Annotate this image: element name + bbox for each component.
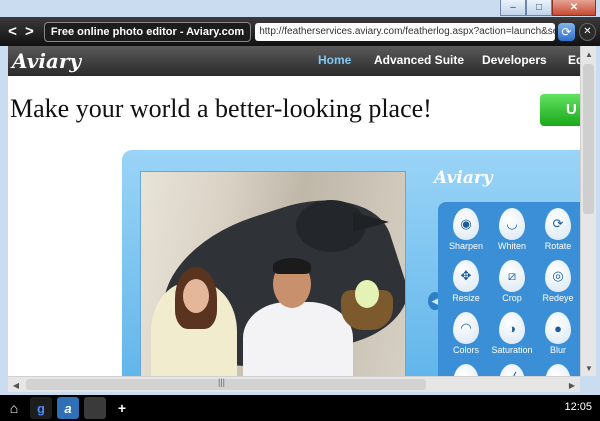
nav-developers[interactable]: Developers bbox=[482, 53, 547, 67]
redeye-icon: ◎ bbox=[545, 260, 571, 292]
rotate-icon: ⟳ bbox=[545, 208, 571, 240]
photo-canvas[interactable] bbox=[140, 171, 406, 376]
page-headline: Make your world a better-looking place! bbox=[10, 94, 432, 123]
vertical-scrollbar[interactable]: ▲ ▼ bbox=[580, 46, 596, 376]
scroll-right-arrow-icon[interactable]: ▶ bbox=[564, 377, 580, 393]
blur-icon: ● bbox=[545, 312, 571, 344]
page-content: Make your world a better-looking place! … bbox=[8, 76, 580, 376]
home-icon[interactable]: ⌂ bbox=[3, 397, 25, 419]
maximize-button[interactable]: □ bbox=[526, 0, 552, 16]
taskbar: ⌂ g a + 12:05 bbox=[0, 395, 600, 421]
google-icon[interactable]: g bbox=[30, 397, 52, 419]
window-controls: – □ ✕ bbox=[500, 0, 596, 17]
vertical-scroll-thumb[interactable] bbox=[583, 64, 594, 214]
text-icon: T bbox=[545, 364, 571, 376]
close-icon[interactable]: ✕ bbox=[578, 22, 596, 41]
scroll-down-arrow-icon[interactable]: ▼ bbox=[581, 360, 597, 376]
tool-blur[interactable]: ● Blur bbox=[536, 312, 580, 355]
tools-panel: Aviary ◉ Sharpen ◡ Whiten ⟳ Rotate ✥ Resize ⧄ Cro… bbox=[428, 166, 580, 376]
nav-advanced-suite[interactable]: Advanced Suite bbox=[374, 53, 464, 67]
resize-icon: ✥ bbox=[453, 260, 479, 292]
colors-icon: ◠ bbox=[453, 312, 479, 344]
ostrich-egg bbox=[355, 280, 379, 308]
tool-label: Resize bbox=[452, 293, 480, 303]
upload-button[interactable]: U bbox=[540, 94, 580, 126]
tool-resize[interactable]: ✥ Resize bbox=[444, 260, 488, 303]
tool-label: Rotate bbox=[544, 241, 572, 251]
tool-saturation[interactable]: ◑ Saturation bbox=[490, 312, 534, 355]
forward-button[interactable]: > bbox=[21, 22, 38, 42]
nav-home[interactable]: Home bbox=[318, 53, 351, 67]
aviary-icon[interactable]: a bbox=[57, 397, 79, 419]
blank-tab[interactable] bbox=[84, 397, 106, 419]
tool-crop[interactable]: ⧄ Crop bbox=[490, 260, 534, 303]
scroll-up-arrow-icon[interactable]: ▲ bbox=[581, 46, 597, 62]
site-header: Aviary Home Advanced Suite Developers Ed bbox=[8, 46, 583, 76]
whiten-icon: ◡ bbox=[499, 208, 525, 240]
crop-icon: ⧄ bbox=[499, 260, 525, 292]
aviary-logo[interactable]: Aviary bbox=[12, 49, 81, 73]
tool-11-icon: ╱ bbox=[499, 364, 525, 376]
tool-label: Colors bbox=[452, 345, 479, 355]
woman-face bbox=[183, 279, 209, 313]
editor-logo: Aviary bbox=[434, 168, 493, 188]
tool-label: Crop bbox=[502, 293, 522, 303]
tool-colors[interactable]: ◠ Colors bbox=[444, 312, 488, 355]
horizontal-scroll-thumb[interactable] bbox=[26, 379, 426, 390]
tool-rotate[interactable]: ⟳ Rotate bbox=[536, 208, 580, 251]
sharpen-icon: ◉ bbox=[453, 208, 479, 240]
tools-grid: ◉ Sharpen ◡ Whiten ⟳ Rotate ✥ Resize ⧄ Crop ◎ Redey… bbox=[438, 202, 580, 376]
scroll-grip-icon: ||| bbox=[218, 377, 226, 387]
clock: 12:05 bbox=[564, 401, 592, 413]
tool-item-10[interactable]: ◐ bbox=[444, 364, 488, 376]
minimize-button[interactable]: – bbox=[500, 0, 526, 16]
close-window-button[interactable]: ✕ bbox=[552, 0, 596, 16]
man-hair bbox=[273, 258, 311, 274]
saturation-icon: ◑ bbox=[499, 312, 525, 344]
tool-label: Blur bbox=[549, 345, 566, 355]
tool-label: Redeye bbox=[542, 293, 574, 303]
browser-toolbar: < > Free online photo editor - Aviary.co… bbox=[0, 17, 600, 46]
tool-label: Saturation bbox=[491, 345, 533, 355]
refresh-icon[interactable]: ⟳ bbox=[557, 22, 575, 41]
address-bar[interactable]: http://featherservices.aviary.com/feathe… bbox=[255, 22, 555, 41]
tool-item-11[interactable]: ╱ bbox=[490, 364, 534, 376]
back-button[interactable]: < bbox=[4, 22, 21, 42]
tool-item-12[interactable]: T bbox=[536, 364, 580, 376]
tool-label: Sharpen bbox=[448, 241, 484, 251]
horizontal-scrollbar[interactable]: ◀ ||| ▶ bbox=[8, 376, 580, 392]
tool-redeye[interactable]: ◎ Redeye bbox=[536, 260, 580, 303]
add-icon[interactable]: + bbox=[111, 397, 133, 419]
tool-label: Whiten bbox=[497, 241, 526, 251]
tool-10-icon: ◐ bbox=[453, 364, 479, 376]
tool-whiten[interactable]: ◡ Whiten bbox=[490, 208, 534, 251]
scroll-left-arrow-icon[interactable]: ◀ bbox=[8, 377, 24, 393]
bird-beak bbox=[353, 212, 389, 232]
tool-sharpen[interactable]: ◉ Sharpen bbox=[444, 208, 488, 251]
browser-window: – □ ✕ < > Free online photo editor - Avi… bbox=[0, 0, 600, 395]
person-man bbox=[243, 302, 353, 376]
tab-title[interactable]: Free online photo editor - Aviary.com bbox=[43, 21, 252, 42]
